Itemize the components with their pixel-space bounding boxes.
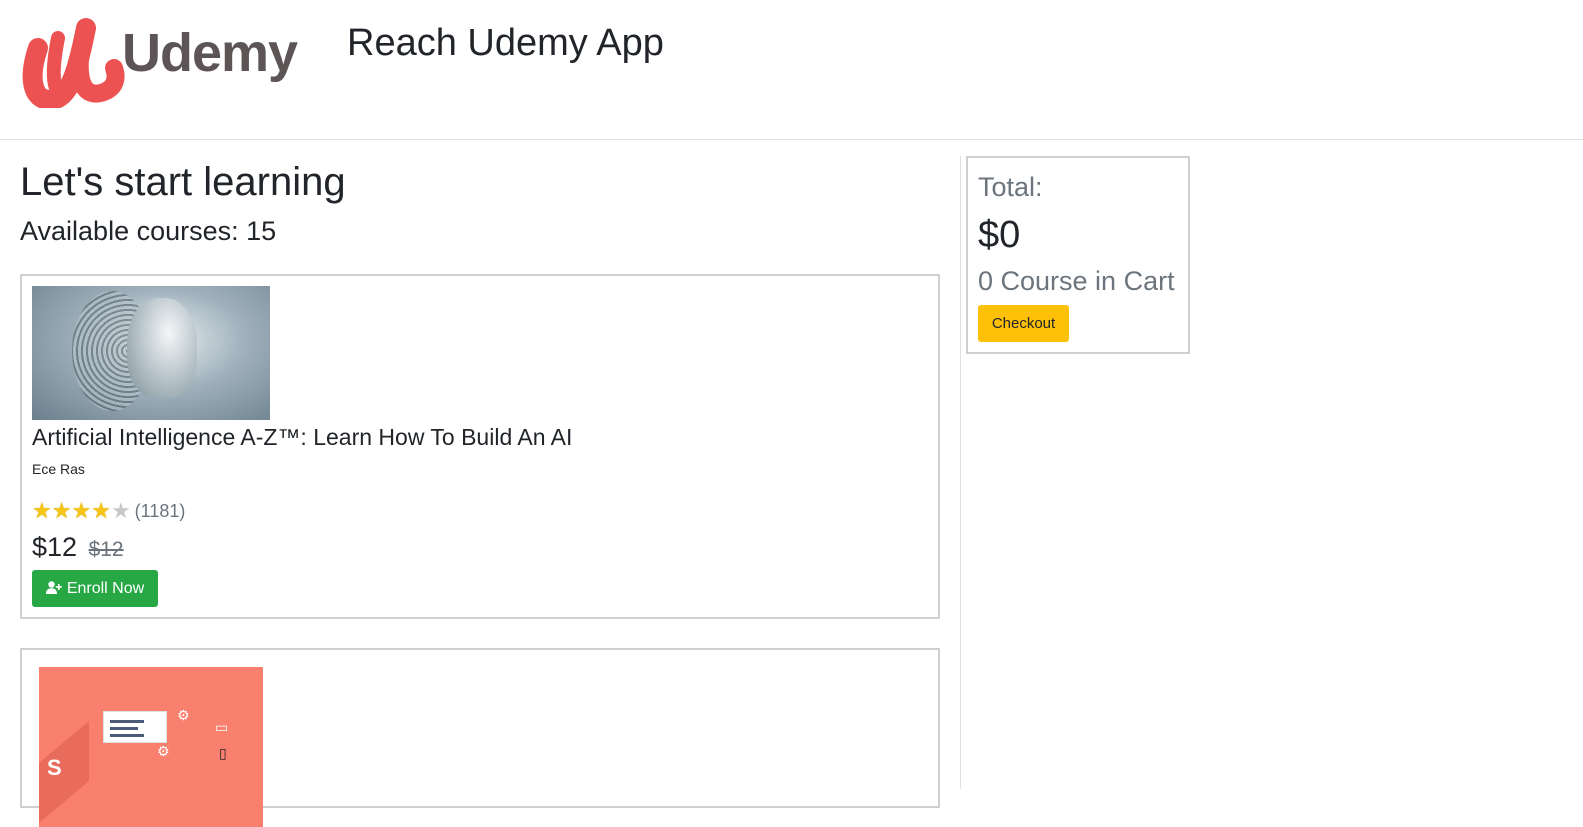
enroll-button-label: Enroll Now xyxy=(66,579,145,597)
app-title: Reach Udemy App xyxy=(347,22,664,64)
available-courses-count: Available courses: 15 xyxy=(20,216,277,246)
page-heading: Let's start learning xyxy=(20,160,346,204)
original-price: $12 xyxy=(88,538,124,561)
mouse-icon: ▯ xyxy=(219,745,227,761)
enroll-now-button[interactable]: Enroll Now xyxy=(32,570,158,607)
brand-s-icon: S xyxy=(47,755,62,780)
rating-count: (1181) xyxy=(134,500,186,521)
gear-icon: ⚙ xyxy=(177,707,190,723)
checkout-button[interactable]: Checkout xyxy=(978,305,1069,342)
user-plus-icon xyxy=(45,580,62,597)
app-header: Udemy Reach Udemy App xyxy=(0,0,1583,140)
thumbnail-panel xyxy=(103,711,167,743)
logo-wordmark: Udemy xyxy=(122,23,298,83)
column-divider xyxy=(960,156,961,789)
course-rating: ★ ★ ★ ★ ★ (1181) xyxy=(32,500,185,522)
cart-course-count: 0 Course in Cart xyxy=(978,266,1175,296)
cart-total-label: Total: xyxy=(978,172,1043,202)
course-title[interactable]: Artificial Intelligence A-Z™: Learn How … xyxy=(32,424,572,451)
star-filled-icon: ★ xyxy=(71,498,92,523)
cart-summary: Total: $0 0 Course in Cart Checkout xyxy=(966,156,1190,354)
thumbnail-face xyxy=(127,298,197,398)
star-filled-icon: ★ xyxy=(32,498,52,523)
course-card: S ⚙ ⚙ ▭ ▯ xyxy=(20,648,940,827)
course-price: $12 $12 xyxy=(32,532,124,563)
cart-total-amount: $0 xyxy=(978,214,1021,256)
course-author: Ece Ras xyxy=(32,461,85,477)
file-icon: ▭ xyxy=(215,719,229,735)
star-filled-icon: ★ xyxy=(51,498,72,523)
course-thumbnail[interactable] xyxy=(32,286,270,420)
current-price: $12 xyxy=(32,532,78,562)
star-filled-icon: ★ xyxy=(91,498,111,523)
star-empty-icon: ★ xyxy=(110,498,131,523)
course-thumbnail[interactable]: S ⚙ ⚙ ▭ ▯ xyxy=(39,667,263,827)
course-card: Artificial Intelligence A-Z™: Learn How … xyxy=(20,274,940,619)
gear-icon: ⚙ xyxy=(157,743,170,759)
